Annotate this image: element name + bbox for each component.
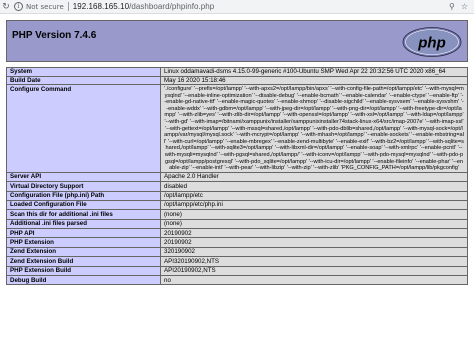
table-row: Configuration File (php.ini) Path /opt/l… [6,190,468,201]
info-icon: i [14,2,23,11]
browser-address-bar: ↻ i Not secure 192.168.165.10/dashboard/… [0,0,474,14]
row-label: Zend Extension Build [6,256,161,267]
row-label: PHP API [6,228,161,239]
table-row: PHP API 20190902 [6,228,468,239]
table-row: Additional .ini files parsed (none) [6,218,468,230]
row-value: 320190902 [160,246,468,258]
php-logo-icon[interactable]: php [402,27,462,57]
row-value: API20190902,NTS [160,265,468,277]
php-logo-text: php [417,35,446,52]
row-label: Server API [6,171,161,183]
table-row: Debug Build no [6,274,468,286]
table-row: System Linux oddamavadi-dsms 4.15.0-99-g… [6,67,468,77]
table-row: Server API Apache 2.0 Handler [6,171,468,183]
address-bar-actions: ⚲ ☆ [449,2,474,11]
table-row: PHP Extension 20190902 [6,237,468,248]
table-row: Build Date May 16 2020 15:18:46 [6,75,468,85]
star-icon[interactable]: ☆ [461,2,468,11]
row-label: Additional .ini files parsed [6,218,161,230]
table-row: Loaded Configuration File /opt/lampp/etc… [6,199,468,211]
row-value: no [160,274,468,286]
reload-icon[interactable]: ↻ [0,0,12,14]
row-value: Apache 2.0 Handler [160,171,468,183]
row-value: (none) [160,218,468,230]
table-row: Scan this dir for additional .ini files … [6,209,468,220]
page-title: PHP Version 7.4.6 [12,30,97,41]
table-row: Virtual Directory Support disabled [6,181,468,192]
phpinfo-header: PHP Version 7.4.6 php [6,20,468,62]
row-label: Configuration File (php.ini) Path [6,190,161,201]
row-label: Virtual Directory Support [6,181,161,192]
row-value: /opt/lampp/etc/php.ini [160,199,468,211]
row-value: disabled [160,181,468,192]
zoom-icon[interactable]: ⚲ [449,2,455,11]
url-field[interactable]: 192.168.165.10/dashboard/phpinfo.php [73,2,214,11]
row-label: Loaded Configuration File [6,199,161,211]
table-row: Zend Extension 320190902 [6,246,468,258]
table-row: Zend Extension Build API320190902,NTS [6,256,468,267]
row-label: Zend Extension [6,246,161,258]
table-row: Configure Command './configure' '--prefi… [6,84,468,173]
row-value: './configure' '--prefix=/opt/lampp' '--w… [160,84,468,173]
row-label: Configure Command [6,84,161,173]
address-divider [67,2,69,11]
info-table: System Linux oddamavadi-dsms 4.15.0-99-g… [6,67,468,286]
phpinfo-page: PHP Version 7.4.6 php System Linux oddam… [6,20,468,286]
table-row: PHP Extension Build API20190902,NTS [6,265,468,277]
row-value: API320190902,NTS [160,256,468,267]
row-value: 20190902 [160,237,468,248]
row-label: System [6,67,161,77]
url-path: /dashboard/phpinfo.php [129,2,215,11]
security-indicator[interactable]: i Not secure [14,0,64,14]
row-value: May 16 2020 15:18:46 [160,75,468,85]
row-label: PHP Extension [6,237,161,248]
configure-command-text: './configure' '--prefix=/opt/lampp' '--w… [164,86,464,172]
row-value: 20190902 [160,228,468,239]
security-label: Not secure [26,2,64,11]
row-value: (none) [160,209,468,220]
row-label: PHP Extension Build [6,265,161,277]
row-label: Scan this dir for additional .ini files [6,209,161,220]
row-label: Build Date [6,75,161,85]
row-value: Linux oddamavadi-dsms 4.15.0-99-generic … [160,67,468,77]
row-label: Debug Build [6,274,161,286]
row-value: /opt/lampp/etc [160,190,468,201]
url-host: 192.168.165.10 [72,2,130,11]
